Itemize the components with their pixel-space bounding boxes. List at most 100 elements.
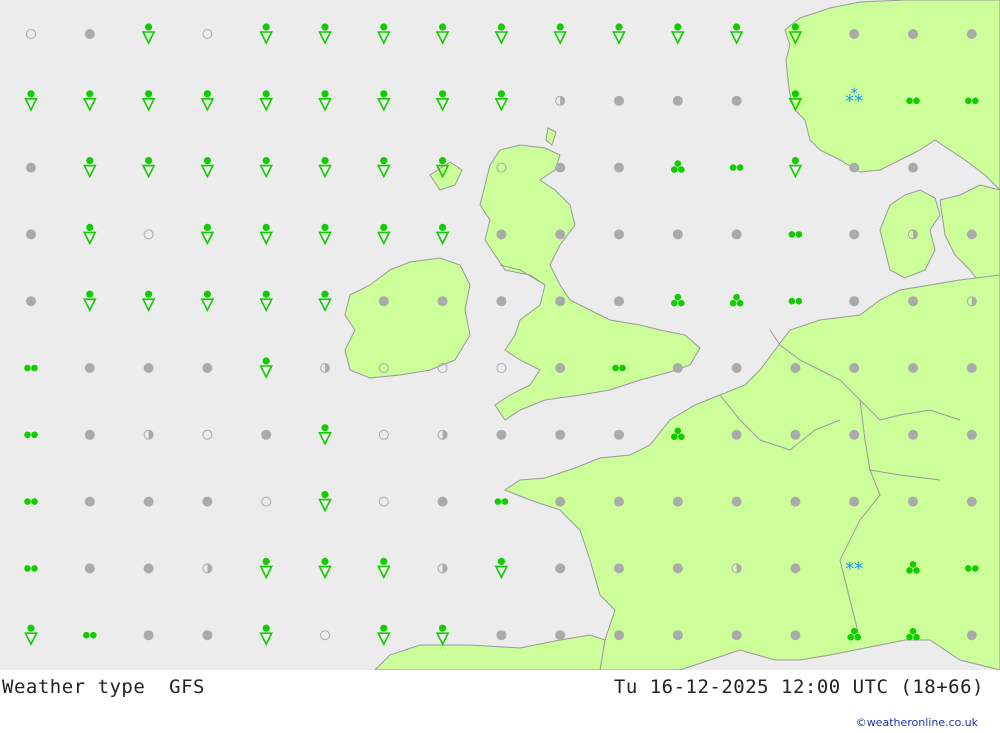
cloud-overcast-icon <box>849 229 860 240</box>
cloud-overcast-icon <box>614 95 624 106</box>
cloud-overcast-icon <box>849 29 860 39</box>
rain-shower-icon <box>259 357 273 379</box>
cloud-overcast-icon <box>614 429 624 440</box>
cloud-overcast-icon <box>555 363 566 373</box>
rain-light-icon <box>494 498 509 505</box>
rain-shower-icon <box>24 624 38 646</box>
rain-light-icon <box>24 431 38 439</box>
cloud-overcast-icon <box>143 630 154 641</box>
rain-shower-icon <box>24 90 38 112</box>
cloud-overcast-icon <box>614 296 624 307</box>
map-title: Weather type GFS <box>2 676 205 698</box>
cloud-overcast-icon <box>614 229 624 240</box>
model-name: GFS <box>169 676 205 698</box>
cloud-overcast-icon <box>908 296 918 307</box>
cloud-overcast-icon <box>731 363 742 373</box>
cloud-overcast-icon <box>672 95 683 106</box>
landmass-norway <box>784 0 1000 191</box>
cloud-overcast-icon <box>143 563 154 574</box>
rain-shower-icon <box>377 223 391 246</box>
cloud-clear-icon <box>320 630 330 641</box>
cloud-overcast-icon <box>143 496 154 507</box>
rain-shower-icon <box>377 557 391 580</box>
cloud-clear-icon <box>143 229 154 240</box>
rain-shower-icon <box>435 90 450 112</box>
rain-shower-icon <box>259 557 273 580</box>
cloud-overcast-icon <box>143 363 154 373</box>
rain-shower-icon <box>377 157 391 179</box>
cloud-overcast-icon <box>555 296 566 307</box>
weather-map: ** * ** <box>0 0 1000 670</box>
rain-shower-icon <box>259 290 273 312</box>
rain-shower-icon <box>318 424 332 446</box>
valid-time: Tu 16-12-2025 12:00 UTC (18+66) <box>613 676 984 698</box>
rain-shower-icon <box>259 624 273 646</box>
landmass-ireland <box>344 257 471 379</box>
cloud-overcast-icon <box>849 429 860 440</box>
cloud-overcast-icon <box>614 630 624 641</box>
cloud-overcast-icon <box>790 363 801 373</box>
rain-shower-icon <box>259 90 273 112</box>
rain-shower-icon <box>141 23 156 45</box>
cloud-overcast-icon <box>261 429 272 440</box>
cloud-overcast-icon <box>26 162 36 173</box>
cloud-overcast-icon <box>731 95 742 106</box>
cloud-overcast-icon <box>790 630 801 641</box>
rain-shower-icon <box>200 290 215 312</box>
rain-shower-icon <box>377 90 391 112</box>
rain-shower-icon <box>377 624 391 646</box>
rain-shower-icon <box>200 90 215 112</box>
cloud-clear-icon <box>261 496 272 507</box>
rain-light-icon <box>24 498 38 505</box>
cloud-half-icon <box>555 95 566 106</box>
rain-shower-icon <box>553 23 567 45</box>
cloud-overcast-icon <box>672 229 683 240</box>
rain-shower-icon <box>141 157 156 179</box>
credit-link[interactable]: ©weatheronline.co.uk <box>856 716 978 729</box>
cloud-overcast-icon <box>555 563 566 574</box>
landmass-shetland <box>545 127 557 146</box>
cloud-overcast-icon <box>84 29 95 39</box>
cloud-overcast-icon <box>555 429 566 440</box>
cloud-overcast-icon <box>26 229 36 240</box>
rain-shower-icon <box>377 23 391 45</box>
cloud-overcast-icon <box>908 29 918 39</box>
cloud-overcast-icon <box>614 162 624 173</box>
rain-shower-icon <box>671 23 685 45</box>
landmass-iberia <box>374 634 606 670</box>
cloud-overcast-icon <box>908 363 918 373</box>
rain-shower-icon <box>318 557 332 580</box>
cloud-clear-icon <box>202 29 213 39</box>
rain-shower-icon <box>83 157 97 179</box>
rain-shower-icon <box>259 23 273 45</box>
rain-shower-icon <box>494 557 509 580</box>
cloud-overcast-icon <box>555 162 566 173</box>
rain-shower-icon <box>729 23 744 45</box>
svg-text:**: ** <box>845 558 863 579</box>
cloud-overcast-icon <box>672 496 683 507</box>
rain-shower-icon <box>318 157 332 179</box>
landmass-great-britain <box>479 144 701 421</box>
rain-shower-icon <box>83 90 97 112</box>
cloud-overcast-icon <box>672 563 683 574</box>
rain-shower-icon <box>788 157 803 179</box>
rain-light-icon <box>24 364 38 372</box>
title-text: Weather type <box>2 676 146 698</box>
rain-shower-icon <box>318 491 332 513</box>
cloud-overcast-icon <box>731 429 742 440</box>
cloud-overcast-icon <box>555 496 566 507</box>
cloud-overcast-icon <box>84 429 95 440</box>
rain-heavy-icon <box>729 293 744 307</box>
cloud-overcast-icon <box>555 630 566 641</box>
cloud-overcast-icon <box>908 496 918 507</box>
rain-shower-icon <box>141 290 156 312</box>
cloud-overcast-icon <box>496 429 507 440</box>
svg-text:*: * <box>851 86 858 102</box>
cloud-overcast-icon <box>966 29 977 39</box>
rain-shower-icon <box>200 157 215 179</box>
rain-shower-icon <box>494 90 509 112</box>
cloud-overcast-icon <box>849 162 860 173</box>
cloud-overcast-icon <box>731 496 742 507</box>
cloud-half-icon <box>143 429 154 440</box>
rain-shower-icon <box>259 157 273 179</box>
